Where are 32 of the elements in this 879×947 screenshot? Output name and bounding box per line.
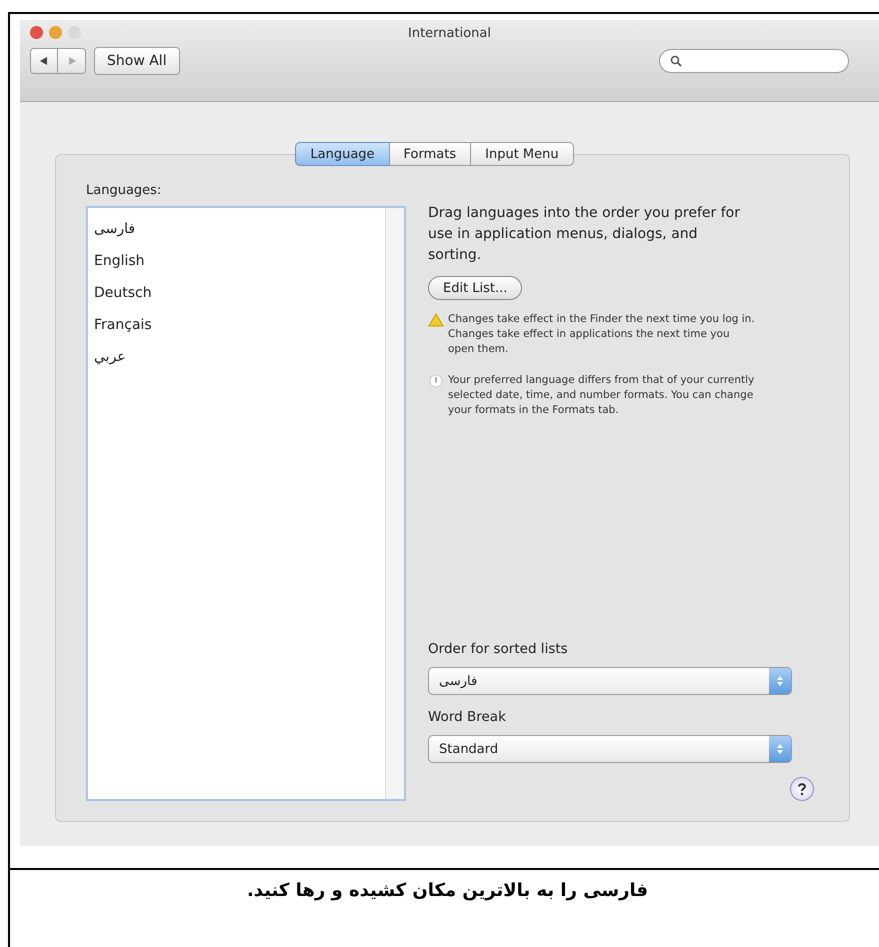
edit-list-button[interactable]: Edit List... (428, 276, 522, 300)
language-item[interactable]: Deutsch (94, 280, 379, 312)
language-item[interactable]: English (94, 248, 379, 280)
note-text: Your preferred language differs from that of your currently selected date, time, and number formats. You can change your formats in the Formats tab. (448, 373, 756, 418)
window-control-icon[interactable] (49, 26, 62, 39)
window-title: International (408, 26, 491, 41)
stepper-arrows-icon (776, 675, 784, 687)
language-item[interactable]: فارسی (94, 216, 379, 248)
tab[interactable]: Input Menu (470, 142, 574, 166)
note-text: Changes take effect in the Finder the next time you log in. Changes take effect in applications the next time you open them. (448, 312, 756, 357)
caption-text: فارسی را به بالاترین مکان کشیده و رها کنید. (10, 868, 879, 901)
info-icon (428, 374, 444, 388)
stepper-arrows-icon (776, 743, 784, 755)
description-text: Drag languages into the order you prefer for use in application menus, dialogs, and sorting. (428, 204, 741, 265)
language-item[interactable]: عربي (94, 344, 379, 376)
popup-menu[interactable]: فارسی (428, 667, 792, 695)
left-arrow-icon (39, 56, 49, 66)
search-field[interactable] (659, 49, 849, 73)
back-button[interactable] (30, 48, 58, 74)
show-all-button[interactable]: Show All (94, 47, 180, 75)
tab[interactable]: Language (295, 142, 390, 166)
tab[interactable]: Formats (388, 142, 472, 166)
right-arrow-icon (66, 56, 76, 66)
search-icon (670, 55, 682, 67)
popup-menu[interactable]: Standard (428, 735, 792, 763)
languages-label: Languages: (86, 183, 162, 198)
window-control-icon[interactable] (30, 26, 43, 39)
language-item[interactable]: Français (94, 312, 379, 344)
warning-icon (428, 313, 444, 327)
help-button[interactable] (790, 777, 814, 801)
select-label: Order for sorted lists (428, 641, 569, 657)
select-label: Word Break (428, 709, 507, 725)
